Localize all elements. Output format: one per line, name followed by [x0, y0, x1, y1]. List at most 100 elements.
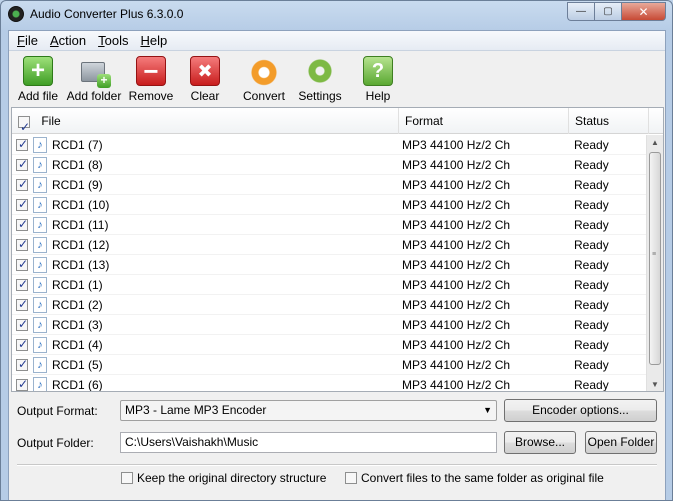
row-checkbox[interactable]	[16, 177, 28, 191]
scroll-up-arrow-icon[interactable]: ▲	[647, 135, 663, 151]
row-checkbox[interactable]	[16, 237, 28, 251]
output-format-value: MP3 - Lame MP3 Encoder	[125, 403, 267, 417]
list-item[interactable]: ♪ RCD1 (10) MP3 44100 Hz/2 Ch Ready	[12, 195, 648, 215]
scroll-down-arrow-icon[interactable]: ▼	[647, 377, 663, 391]
list-item[interactable]: ♪ RCD1 (1) MP3 44100 Hz/2 Ch Ready	[12, 275, 648, 295]
file-format: MP3 44100 Hz/2 Ch	[402, 198, 511, 212]
list-item[interactable]: ♪ RCD1 (5) MP3 44100 Hz/2 Ch Ready	[12, 355, 648, 375]
file-name: RCD1 (3)	[52, 318, 103, 332]
help-question-icon: ?	[363, 56, 393, 86]
convert-button[interactable]: Convert	[239, 56, 289, 103]
list-item[interactable]: ♪ RCD1 (7) MP3 44100 Hz/2 Ch Ready	[12, 135, 648, 155]
file-status: Ready	[574, 298, 609, 312]
file-name: RCD1 (13)	[52, 258, 110, 272]
file-status: Ready	[574, 178, 609, 192]
remove-button[interactable]: − Remove	[128, 56, 174, 104]
row-checkbox[interactable]	[16, 337, 28, 351]
list-item[interactable]: ♪ RCD1 (8) MP3 44100 Hz/2 Ch Ready	[12, 155, 648, 175]
app-window: Audio Converter Plus 6.3.0.0 — ▢ ✕ File …	[0, 0, 673, 501]
help-button[interactable]: ? Help	[358, 56, 398, 103]
select-all-checkbox[interactable]	[18, 114, 30, 140]
maximize-button[interactable]: ▢	[594, 2, 621, 21]
add-plus-icon: +	[23, 56, 53, 86]
row-checkbox[interactable]	[16, 297, 28, 311]
audio-file-icon: ♪	[33, 317, 47, 333]
browse-button[interactable]: Browse...	[504, 431, 576, 454]
column-format[interactable]: Format	[399, 108, 569, 134]
audio-file-icon: ♪	[33, 177, 47, 193]
file-name: RCD1 (9)	[52, 178, 103, 192]
menu-file[interactable]: File	[11, 33, 44, 48]
menu-tools[interactable]: Tools	[92, 33, 134, 48]
minimize-button[interactable]: —	[567, 2, 594, 21]
file-status: Ready	[574, 158, 609, 172]
add-file-button[interactable]: + Add file	[15, 56, 61, 103]
window-title: Audio Converter Plus 6.3.0.0	[30, 7, 184, 21]
keep-structure-checkbox[interactable]	[121, 472, 133, 484]
list-item[interactable]: ♪ RCD1 (9) MP3 44100 Hz/2 Ch Ready	[12, 175, 648, 195]
settings-button[interactable]: Settings	[295, 56, 345, 103]
row-checkbox[interactable]	[16, 317, 28, 331]
keep-structure-label: Keep the original directory structure	[137, 471, 327, 485]
list-item[interactable]: ♪ RCD1 (2) MP3 44100 Hz/2 Ch Ready	[12, 295, 648, 315]
close-button[interactable]: ✕	[621, 2, 666, 21]
row-checkbox[interactable]	[16, 377, 28, 391]
row-checkbox[interactable]	[16, 217, 28, 231]
convert-refresh-icon	[249, 56, 279, 86]
row-checkbox[interactable]	[16, 157, 28, 171]
menu-file-rest: ile	[24, 33, 38, 48]
row-checkbox[interactable]	[16, 257, 28, 271]
same-folder-option[interactable]: Convert files to the same folder as orig…	[345, 471, 604, 485]
menu-tools-rest: ools	[104, 33, 129, 48]
file-format: MP3 44100 Hz/2 Ch	[402, 238, 511, 252]
window-controls: — ▢ ✕	[567, 2, 666, 21]
dropdown-arrow-icon: ▼	[483, 405, 492, 415]
clear-button[interactable]: ✖ Clear	[185, 56, 225, 103]
menu-help[interactable]: Help	[134, 33, 173, 48]
clear-label: Clear	[190, 89, 220, 103]
row-checkbox[interactable]	[16, 197, 28, 211]
same-folder-checkbox[interactable]	[345, 472, 357, 484]
menu-action-rest: ction	[58, 33, 87, 48]
list-item[interactable]: ♪ RCD1 (6) MP3 44100 Hz/2 Ch Ready	[12, 375, 648, 391]
audio-file-icon: ♪	[33, 337, 47, 353]
file-format: MP3 44100 Hz/2 Ch	[402, 218, 511, 232]
file-name: RCD1 (10)	[52, 198, 110, 212]
file-format: MP3 44100 Hz/2 Ch	[402, 258, 511, 272]
title-bar[interactable]: Audio Converter Plus 6.3.0.0 — ▢ ✕	[1, 1, 672, 29]
audio-file-icon: ♪	[33, 217, 47, 233]
vertical-scrollbar[interactable]: ▲ ≡ ▼	[646, 135, 663, 391]
file-list[interactable]: File Format Status ♪ RCD1 (7) MP3 44100 Hz…	[11, 107, 664, 392]
list-item[interactable]: ♪ RCD1 (4) MP3 44100 Hz/2 Ch Ready	[12, 335, 648, 355]
menu-help-rest: elp	[149, 33, 168, 48]
list-item[interactable]: ♪ RCD1 (3) MP3 44100 Hz/2 Ch Ready	[12, 315, 648, 335]
audio-file-icon: ♪	[33, 377, 47, 391]
remove-minus-icon: −	[136, 56, 166, 86]
scroll-thumb[interactable]: ≡	[649, 152, 661, 365]
encoder-options-button[interactable]: Encoder options...	[504, 399, 657, 422]
output-folder-input[interactable]: C:\Users\Vaishakh\Music	[120, 432, 497, 453]
add-folder-label: Add folder	[66, 89, 122, 103]
open-folder-button[interactable]: Open Folder	[585, 431, 657, 454]
menu-file-mnemonic: F	[17, 33, 25, 48]
add-folder-button[interactable]: + Add folder	[65, 56, 123, 103]
row-checkbox[interactable]	[16, 357, 28, 371]
file-status: Ready	[574, 358, 609, 372]
column-file[interactable]: File	[12, 108, 399, 140]
file-format: MP3 44100 Hz/2 Ch	[402, 318, 511, 332]
output-format-select[interactable]: MP3 - Lame MP3 Encoder ▼	[120, 400, 497, 421]
column-status[interactable]: Status	[569, 108, 649, 134]
audio-file-icon: ♪	[33, 257, 47, 273]
row-checkbox[interactable]	[16, 137, 28, 151]
list-item[interactable]: ♪ RCD1 (11) MP3 44100 Hz/2 Ch Ready	[12, 215, 648, 235]
file-format: MP3 44100 Hz/2 Ch	[402, 178, 511, 192]
output-folder-label: Output Folder:	[17, 436, 94, 450]
list-item[interactable]: ♪ RCD1 (12) MP3 44100 Hz/2 Ch Ready	[12, 235, 648, 255]
add-file-label: Add file	[17, 89, 59, 103]
keep-structure-option[interactable]: Keep the original directory structure	[121, 471, 326, 485]
row-checkbox[interactable]	[16, 277, 28, 291]
list-item[interactable]: ♪ RCD1 (13) MP3 44100 Hz/2 Ch Ready	[12, 255, 648, 275]
separator	[17, 464, 657, 466]
menu-action[interactable]: Action	[44, 33, 92, 48]
app-logo-icon	[8, 6, 24, 22]
